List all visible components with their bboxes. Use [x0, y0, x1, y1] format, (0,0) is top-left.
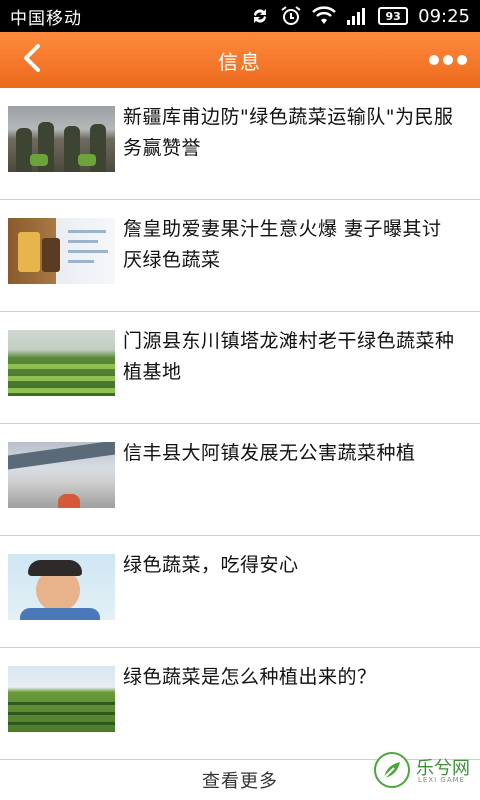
list-item[interactable]: 绿色蔬菜，吃得安心 [0, 536, 480, 648]
page-title: 信息 [218, 49, 262, 74]
article-thumbnail [8, 666, 115, 732]
back-button[interactable] [10, 40, 54, 80]
battery-icon: 93 [378, 7, 409, 25]
chevron-left-icon [22, 43, 42, 77]
status-clock: 09:25 [418, 5, 470, 27]
signal-icon [346, 6, 368, 26]
article-thumbnail [8, 442, 115, 508]
article-title: 绿色蔬菜，吃得安心 [123, 554, 299, 576]
article-list: 新疆库甫边防"绿色蔬菜运输队"为民服务赢赞誉 詹皇助爱妻果汁生意火爆 妻子曝其讨… [0, 88, 480, 760]
watermark-subtext: LEXI GAME [418, 776, 466, 784]
article-thumbnail [8, 554, 115, 620]
article-title: 门源县东川镇塔龙滩村老干绿色蔬菜种植基地 [123, 330, 455, 383]
footer: 查看更多 乐兮网 LEXI GAME [0, 752, 480, 800]
more-options-button[interactable] [426, 46, 470, 74]
list-item[interactable]: 门源县东川镇塔龙滩村老干绿色蔬菜种植基地 [0, 312, 480, 424]
article-title: 詹皇助爱妻果汁生意火爆 妻子曝其讨厌绿色蔬菜 [123, 218, 442, 271]
list-item[interactable]: 绿色蔬菜是怎么种植出来的？ [0, 648, 480, 760]
article-thumbnail [8, 218, 115, 284]
article-title: 绿色蔬菜是怎么种植出来的？ [123, 666, 377, 688]
wifi-icon [312, 6, 336, 26]
list-item[interactable]: 新疆库甫边防"绿色蔬菜运输队"为民服务赢赞誉 [0, 88, 480, 200]
article-thumbnail [8, 330, 115, 396]
article-thumbnail [8, 106, 115, 172]
status-bar: 中国移动 93 09:25 [0, 0, 480, 32]
carrier-name: 中国移动 [10, 8, 82, 29]
list-item[interactable]: 詹皇助爱妻果汁生意火爆 妻子曝其讨厌绿色蔬菜 [0, 200, 480, 312]
leaf-icon [374, 752, 410, 788]
sync-icon [250, 6, 270, 26]
alarm-icon [280, 5, 302, 27]
watermark-logo: 乐兮网 LEXI GAME [374, 748, 474, 798]
app-header: 信息 [0, 32, 480, 88]
status-icons: 93 09:25 [250, 5, 470, 27]
article-title: 新疆库甫边防"绿色蔬菜运输队"为民服务赢赞誉 [123, 106, 454, 159]
list-item[interactable]: 信丰县大阿镇发展无公害蔬菜种植 [0, 424, 480, 536]
article-title: 信丰县大阿镇发展无公害蔬菜种植 [123, 442, 416, 464]
more-icon [429, 55, 467, 65]
